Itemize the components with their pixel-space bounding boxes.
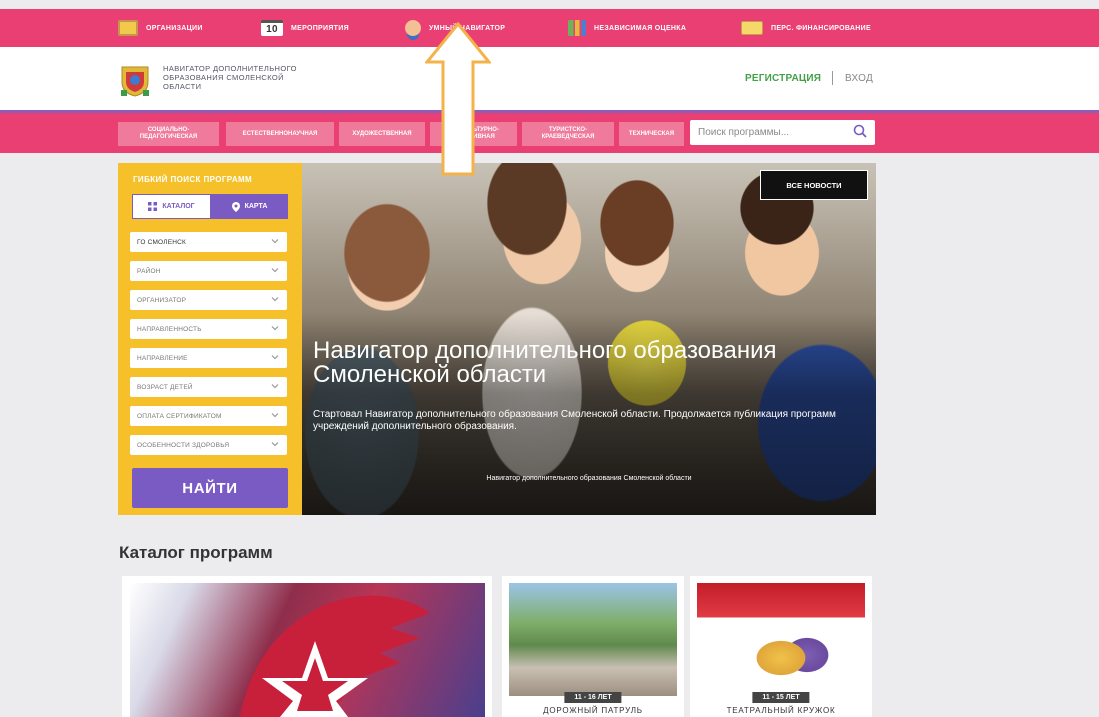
program-card-image: 11 - 16 ЛЕТ: [509, 583, 677, 703]
program-card-title: ДОРОЖНЫЙ ПАТРУЛЬ: [543, 706, 643, 715]
age-badge: 11 - 16 ЛЕТ: [564, 692, 622, 703]
select-value: ОРГАНИЗАТОР: [137, 296, 187, 304]
register-link[interactable]: РЕГИСТРАЦИЯ: [745, 73, 821, 84]
select-value: РАЙОН: [137, 267, 161, 275]
organizations-icon: [118, 20, 138, 36]
map-pin-icon: [231, 201, 240, 212]
select-value: ОСОБЕННОСТИ ЗДОРОВЬЯ: [137, 441, 230, 449]
select-district[interactable]: РАЙОН: [130, 261, 287, 281]
chart-icon: [568, 20, 586, 36]
category-nav: СОЦИАЛЬНО-ПЕДАГОГИЧЕСКАЯ ЕСТЕСТВЕННОНАУЧ…: [0, 113, 1099, 153]
smart-navigator-icon: [405, 20, 421, 36]
all-news-button[interactable]: ВСЕ НОВОСТИ: [760, 170, 868, 200]
pointer-arrow-annotation: [425, 22, 491, 176]
tab-natural-science[interactable]: ЕСТЕСТВЕННОНАУЧНАЯ: [226, 122, 334, 146]
topbar-item-label: ПЕРС. ФИНАНСИРОВАНИЕ: [771, 24, 871, 32]
hero-title: Навигатор дополнительного образования См…: [313, 337, 777, 388]
select-value: НАПРАВЛЕННОСТЬ: [137, 325, 202, 333]
program-card-image: 11 - 15 ЛЕТ: [697, 583, 865, 703]
catalog-title: Каталог программ: [119, 543, 273, 562]
topbar-item-independent-assessment[interactable]: НЕЗАВИСИМАЯ ОЦЕНКА: [568, 9, 686, 47]
site-name: НАВИГАТОР ДОПОЛНИТЕЛЬНОГО ОБРАЗОВАНИЯ СМ…: [163, 64, 297, 91]
select-municipality[interactable]: ГО СМОЛЕНСК: [130, 232, 287, 252]
topbar-item-label: НЕЗАВИСИМАЯ ОЦЕНКА: [594, 24, 687, 32]
chevron-down-icon: [271, 355, 279, 360]
grid-icon: [148, 202, 158, 211]
hero-banner[interactable]: ВСЕ НОВОСТИ Навигатор дополнительного об…: [302, 163, 876, 515]
view-toggle: КАТАЛОГ КАРТА: [132, 194, 288, 219]
chevron-down-icon: [271, 384, 279, 389]
select-age[interactable]: ВОЗРАСТ ДЕТЕЙ: [130, 377, 287, 397]
money-icon: [741, 21, 763, 35]
select-value: ГО СМОЛЕНСК: [137, 238, 187, 246]
age-badge: 11 - 15 ЛЕТ: [752, 692, 810, 703]
header-divider: [832, 71, 833, 85]
chevron-down-icon: [271, 413, 279, 418]
select-focus[interactable]: НАПРАВЛЕННОСТЬ: [130, 319, 287, 339]
tab-tourism[interactable]: ТУРИСТСКО-КРАЕВЕДЧЕСКАЯ: [522, 122, 614, 146]
filter-title: ГИБКИЙ ПОИСК ПРОГРАММ: [133, 175, 253, 184]
top-menu-bar: ОРГАНИЗАЦИИ 10 МЕРОПРИЯТИЯ УМНЫЙ НАВИГАТ…: [0, 9, 1099, 47]
hero-caption: Навигатор дополнительного образования См…: [486, 475, 692, 482]
select-health-features[interactable]: ОСОБЕННОСТИ ЗДОРОВЬЯ: [130, 435, 287, 455]
topbar-item-organizations[interactable]: ОРГАНИЗАЦИИ: [118, 9, 203, 47]
map-tab-label: КАРТА: [244, 203, 268, 210]
program-search-box[interactable]: Поиск программы...: [690, 120, 875, 145]
topbar-item-label: МЕРОПРИЯТИЯ: [291, 24, 349, 32]
tab-technical[interactable]: ТЕХНИЧЕСКАЯ: [619, 122, 684, 146]
catalog-tab[interactable]: КАТАЛОГ: [132, 194, 211, 219]
program-card[interactable]: 11 - 16 ЛЕТ ДОРОЖНЫЙ ПАТРУЛЬ: [502, 576, 684, 717]
select-organizer[interactable]: ОРГАНИЗАТОР: [130, 290, 287, 310]
find-button[interactable]: НАЙТИ: [132, 468, 288, 508]
calendar-icon: 10: [261, 20, 283, 36]
hero-subtitle: Стартовал Навигатор дополнительного обра…: [313, 409, 836, 432]
select-value: НАПРАВЛЕНИЕ: [137, 354, 188, 362]
map-tab[interactable]: КАРТА: [211, 194, 288, 219]
program-filter-panel: ГИБКИЙ ПОИСК ПРОГРАММ КАТАЛОГ КАРТА ГО С…: [118, 163, 302, 515]
chevron-down-icon: [271, 268, 279, 273]
login-link[interactable]: ВХОД: [845, 73, 873, 84]
chevron-down-icon: [271, 297, 279, 302]
topbar-item-label: ОРГАНИЗАЦИИ: [146, 24, 203, 32]
site-header: НАВИГАТОР ДОПОЛНИТЕЛЬНОГО ОБРАЗОВАНИЯ СМ…: [0, 47, 1099, 110]
search-input[interactable]: Поиск программы...: [698, 127, 789, 138]
chevron-down-icon: [271, 326, 279, 331]
coat-of-arms-logo[interactable]: [118, 64, 152, 97]
calendar-day: 10: [266, 24, 278, 35]
program-card-title: ТЕАТРАЛЬНЫЙ КРУЖОК: [726, 706, 836, 715]
search-icon[interactable]: [853, 124, 867, 138]
select-direction[interactable]: НАПРАВЛЕНИЕ: [130, 348, 287, 368]
select-certificate-payment[interactable]: ОПЛАТА СЕРТИФИКАТОМ: [130, 406, 287, 426]
select-value: ОПЛАТА СЕРТИФИКАТОМ: [137, 412, 222, 420]
program-card-featured[interactable]: [122, 576, 492, 717]
topbar-item-events[interactable]: 10 МЕРОПРИЯТИЯ: [261, 9, 349, 47]
tab-social-pedagogical[interactable]: СОЦИАЛЬНО-ПЕДАГОГИЧЕСКАЯ: [118, 122, 219, 146]
emblem-image: [240, 595, 430, 717]
select-value: ВОЗРАСТ ДЕТЕЙ: [137, 383, 193, 391]
program-card[interactable]: 11 - 15 ЛЕТ ТЕАТРАЛЬНЫЙ КРУЖОК: [690, 576, 872, 717]
catalog-tab-label: КАТАЛОГ: [162, 203, 195, 210]
program-card-image: [130, 583, 485, 717]
topbar-item-financing[interactable]: ПЕРС. ФИНАНСИРОВАНИЕ: [741, 9, 871, 47]
chevron-down-icon: [271, 442, 279, 447]
chevron-down-icon: [271, 239, 279, 244]
tab-art[interactable]: ХУДОЖЕСТВЕННАЯ: [339, 122, 425, 146]
